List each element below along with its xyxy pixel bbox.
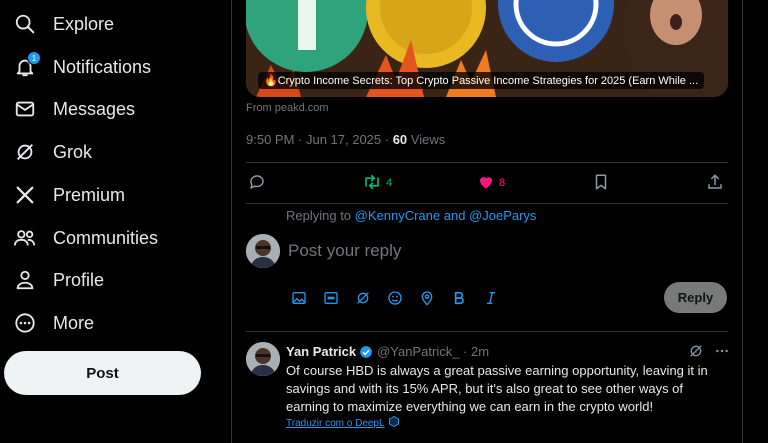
reply-input[interactable]: Post your reply (288, 241, 401, 261)
nav-label-messages: Messages (53, 98, 136, 119)
bookmark-icon (592, 173, 610, 194)
x-logo-icon (12, 182, 38, 208)
replying-to: Replying to @KennyCrane and @JoeParys (286, 208, 536, 223)
tweet-text: Of course HBD is always a great passive … (286, 363, 708, 414)
nav-label-profile: Profile (53, 269, 105, 290)
share-action[interactable] (706, 168, 724, 198)
link-card-image[interactable]: 🔥Crypto Income Secrets: Top Crypto Passi… (246, 0, 728, 97)
more-icon[interactable] (714, 343, 730, 364)
replying-prefix: Replying to (286, 208, 355, 223)
nav-label-explore: Explore (53, 13, 115, 34)
communities-icon (12, 225, 38, 251)
nav-messages[interactable]: Messages (12, 89, 135, 129)
views-count: 60 (392, 132, 408, 147)
italic-icon[interactable] (480, 287, 502, 309)
user-avatar-image (246, 342, 280, 376)
composer-toolbar (288, 287, 502, 309)
emoji-icon[interactable] (384, 287, 406, 309)
grok-icon[interactable] (352, 287, 374, 309)
more-circle-icon (12, 310, 38, 336)
author-handle[interactable]: @YanPatrick_ · 2m (377, 344, 489, 359)
image-icon[interactable] (288, 287, 310, 309)
tweet-actions: 4 8 (246, 168, 728, 198)
nav-notifications[interactable]: 1 Notifications (12, 47, 151, 87)
like-action[interactable]: 8 (477, 168, 505, 198)
retweet-icon (362, 173, 382, 194)
mail-icon (12, 96, 38, 122)
reply-action[interactable] (248, 168, 266, 198)
author-name[interactable]: Yan Patrick (286, 344, 356, 359)
nav-label-communities: Communities (53, 227, 159, 248)
main-column: 🔥Crypto Income Secrets: Top Crypto Passi… (231, 0, 743, 443)
verified-icon (359, 345, 373, 359)
deepl-icon (388, 415, 399, 430)
grok-icon (12, 139, 38, 165)
nav-label-premium: Premium (53, 184, 126, 205)
nav-label-grok: Grok (53, 141, 93, 162)
grok-icon[interactable] (688, 343, 704, 364)
nav-more[interactable]: More (12, 303, 94, 343)
translate-link[interactable]: Traduzir com o DeepL (286, 415, 399, 430)
retweet-count: 4 (386, 177, 393, 189)
share-icon (706, 173, 724, 194)
post-button[interactable]: Post (4, 351, 201, 395)
divider (246, 162, 728, 163)
search-icon (12, 11, 38, 37)
nav-grok[interactable]: Grok (12, 132, 92, 172)
like-count: 8 (499, 177, 506, 189)
nav-profile[interactable]: Profile (12, 260, 104, 300)
reply-button[interactable]: Reply (664, 282, 727, 313)
nav-communities[interactable]: Communities (12, 218, 158, 258)
tweet-meta: 9:50 PM · Jun 17, 2025 · 60 Views (246, 132, 445, 147)
link-card-title: 🔥Crypto Income Secrets: Top Crypto Passi… (258, 72, 705, 89)
tweet-timestamp[interactable]: 9:50 PM · Jun 17, 2025 · (246, 132, 393, 147)
reply-icon (248, 173, 266, 194)
sidebar: Explore 1 Notifications Messages Grok Pr… (0, 0, 232, 443)
retweet-action[interactable]: 4 (362, 168, 392, 198)
nav-label-more: More (53, 312, 95, 333)
avatar[interactable] (246, 342, 280, 376)
replying-users[interactable]: @KennyCrane and @JoeParys (355, 208, 537, 223)
translate-label[interactable]: Traduzir com o DeepL (286, 418, 385, 429)
nav-explore[interactable]: Explore (12, 4, 114, 44)
tweet-top-actions (688, 343, 730, 364)
bell-icon: 1 (12, 51, 41, 80)
gif-icon[interactable] (320, 287, 342, 309)
views-label: Views (407, 132, 446, 147)
person-icon (12, 267, 38, 293)
avatar (246, 234, 280, 268)
link-source[interactable]: From peakd.com (246, 102, 329, 114)
location-icon[interactable] (416, 287, 438, 309)
heart-icon (477, 173, 495, 194)
nav-label-notifications: Notifications (53, 56, 152, 77)
bold-icon[interactable] (448, 287, 470, 309)
user-avatar-image (246, 234, 280, 268)
tweet-author[interactable]: Yan Patrick @YanPatrick_ · 2m (286, 344, 489, 359)
bookmark-action[interactable] (592, 168, 610, 198)
notification-badge: 1 (27, 51, 41, 65)
nav-premium[interactable]: Premium (12, 175, 125, 215)
divider (246, 203, 728, 204)
divider (246, 331, 728, 332)
